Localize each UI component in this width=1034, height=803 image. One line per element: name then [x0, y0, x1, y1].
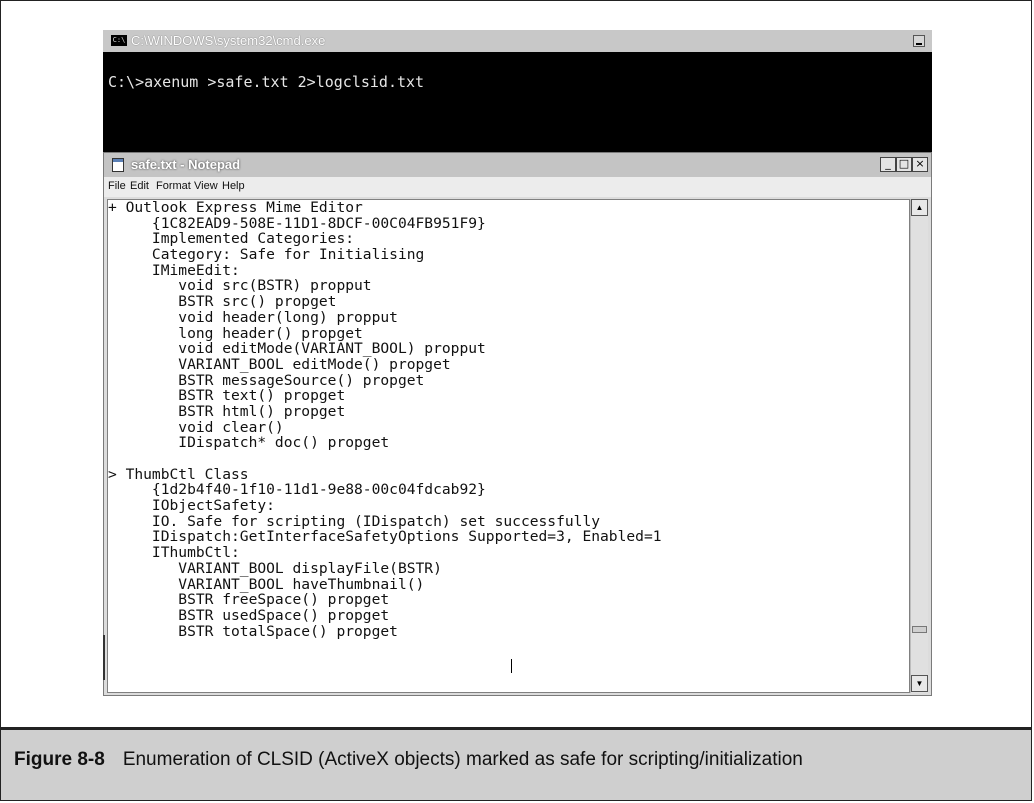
- notepad-window: safe.txt - Notepad _ □ × File Edit Forma…: [103, 152, 932, 696]
- figure-caption: Figure 8-8 Enumeration of CLSID (ActiveX …: [14, 749, 803, 771]
- text-line: BSTR freeSpace() propget: [108, 591, 390, 609]
- vertical-scrollbar[interactable]: ▲ ▼: [910, 199, 928, 693]
- text-line: > ThumbCtl Class: [108, 465, 249, 483]
- text-line: void clear(): [108, 418, 284, 436]
- text-caret: [511, 659, 512, 673]
- cmd-window-title: C:\WINDOWS\system32\cmd.exe: [131, 33, 326, 48]
- text-line: {1C82EAD9-508E-11D1-8DCF-00C04FB951F9}: [108, 214, 486, 232]
- text-line: void editMode(VARIANT_BOOL) propput: [108, 340, 486, 358]
- text-content: + Outlook Express Mime Editor {1C82EAD9-…: [108, 200, 662, 639]
- text-line: BSTR totalSpace() propget: [108, 622, 398, 640]
- cmd-command-line[interactable]: C:\>axenum >safe.txt 2>logclsid.txt: [108, 73, 424, 91]
- text-line: BSTR html() propget: [108, 402, 346, 420]
- text-line: void src(BSTR) propput: [108, 277, 372, 295]
- text-line: [108, 451, 662, 467]
- cmd-window: C:\ C:\WINDOWS\system32\cmd.exe C:\>axen…: [103, 30, 932, 158]
- text-line: BSTR messageSource() propget: [108, 371, 425, 389]
- scroll-up-arrow-icon[interactable]: ▲: [911, 199, 928, 216]
- text-line: long header() propget: [108, 324, 363, 342]
- notepad-titlebar[interactable]: safe.txt - Notepad _ □ ×: [104, 153, 931, 177]
- text-line: BSTR src() propget: [108, 293, 337, 311]
- scrollbar-thumb[interactable]: [912, 626, 927, 633]
- menu-view[interactable]: View: [194, 180, 218, 192]
- notepad-window-title: safe.txt - Notepad: [131, 157, 241, 172]
- cmd-minimize-button[interactable]: [913, 35, 925, 47]
- figure-number: Figure 8-8: [14, 749, 105, 770]
- text-line: IThumbCtl:: [108, 544, 240, 562]
- text-line: VARIANT_BOOL haveThumbnail(): [108, 575, 425, 593]
- console-icon: C:\: [111, 35, 127, 46]
- window-edge-mark: [103, 635, 105, 680]
- notepad-icon: [112, 158, 124, 172]
- scroll-down-arrow-icon[interactable]: ▼: [911, 675, 928, 692]
- menu-bar: File Edit Format View Help: [104, 177, 931, 197]
- maximize-button[interactable]: □: [896, 157, 912, 172]
- text-line: IMimeEdit:: [108, 261, 240, 279]
- cmd-titlebar[interactable]: C:\ C:\WINDOWS\system32\cmd.exe: [103, 30, 932, 52]
- caption-text: Enumeration of CLSID (ActiveX objects) m…: [122, 749, 803, 770]
- text-line: VARIANT_BOOL displayFile(BSTR): [108, 559, 442, 577]
- menu-file[interactable]: File: [108, 180, 126, 192]
- close-button[interactable]: ×: [912, 157, 928, 172]
- text-line: BSTR usedSpace() propget: [108, 606, 390, 624]
- text-line: IObjectSafety:: [108, 497, 275, 515]
- text-line: {1d2b4f40-1f10-11d1-9e88-00c04fdcab92}: [108, 481, 486, 499]
- caption-bar: Figure 8-8 Enumeration of CLSID (ActiveX …: [1, 730, 1031, 800]
- text-line: IDispatch:GetInterfaceSafetyOptions Supp…: [108, 528, 662, 546]
- text-line: void header(long) propput: [108, 308, 398, 326]
- text-line: VARIANT_BOOL editMode() propget: [108, 355, 451, 373]
- minimize-button[interactable]: _: [880, 157, 896, 172]
- menu-edit[interactable]: Edit: [130, 180, 149, 192]
- text-line: IDispatch* doc() propget: [108, 434, 390, 452]
- text-line: BSTR text() propget: [108, 387, 346, 405]
- menu-format[interactable]: Format: [156, 180, 191, 192]
- text-line: + Outlook Express Mime Editor: [108, 199, 363, 216]
- text-line: Category: Safe for Initialising: [108, 246, 425, 264]
- text-editor-area[interactable]: + Outlook Express Mime Editor {1C82EAD9-…: [107, 199, 910, 693]
- menu-help[interactable]: Help: [222, 180, 245, 192]
- text-line: IO. Safe for scripting (IDispatch) set s…: [108, 512, 601, 530]
- text-line: Implemented Categories:: [108, 230, 355, 248]
